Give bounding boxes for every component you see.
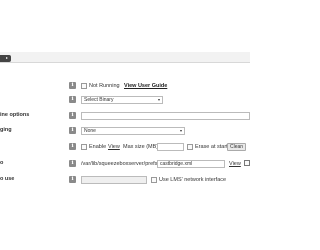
network-label: o use xyxy=(0,176,15,182)
config-file-input[interactable]: castbridge.xml xyxy=(157,159,225,168)
info-icon[interactable]: i xyxy=(69,143,76,150)
max-size-label: Max size (MB) xyxy=(123,143,159,150)
command-line-options-label: ine options xyxy=(0,112,30,118)
logging-label: ging xyxy=(0,127,12,133)
use-lms-interface-checkbox[interactable] xyxy=(151,176,157,183)
info-icon[interactable]: i xyxy=(69,112,76,119)
play-arrow-icon xyxy=(6,57,8,59)
running-label: Not Running xyxy=(89,82,120,89)
options-input[interactable] xyxy=(81,111,250,120)
info-icon[interactable]: i xyxy=(69,82,76,89)
view-log-link[interactable]: View xyxy=(108,144,120,150)
config-path-text: /var/lib/squeezeboxserver/prefs xyxy=(81,160,158,167)
logging-select-value: None xyxy=(84,127,96,134)
info-icon[interactable]: i xyxy=(69,96,76,103)
erase-at-start-label: Erase at start xyxy=(195,143,228,150)
erase-at-start-checkbox[interactable] xyxy=(187,143,193,150)
config-file-label: o xyxy=(0,160,4,166)
running-checkbox[interactable] xyxy=(81,82,87,89)
view-user-guide-link[interactable]: View User Guide xyxy=(124,83,167,89)
binary-select[interactable]: Select Binary xyxy=(81,95,163,104)
view-config-link[interactable]: View xyxy=(229,161,241,167)
info-icon[interactable]: i xyxy=(69,160,76,167)
config-autosave-checkbox[interactable] xyxy=(244,160,250,166)
toolbar xyxy=(0,52,250,63)
binary-select-value: Select Binary xyxy=(84,96,114,103)
info-icon[interactable]: i xyxy=(69,127,76,134)
use-lms-interface-label: Use LMS' network interface xyxy=(159,176,227,183)
chevron-down-icon xyxy=(180,130,182,132)
enable-label: Enable xyxy=(89,143,107,150)
clean-button[interactable]: Clean xyxy=(227,142,247,151)
enable-log-checkbox[interactable] xyxy=(81,143,87,150)
info-icon[interactable]: i xyxy=(69,176,76,183)
max-size-input[interactable] xyxy=(157,142,184,151)
config-file-value: castbridge.xml xyxy=(160,160,193,167)
logging-select[interactable]: None xyxy=(81,126,185,135)
chevron-down-icon xyxy=(158,99,160,101)
menu-button[interactable] xyxy=(0,55,11,62)
network-interface-input[interactable] xyxy=(81,175,147,184)
